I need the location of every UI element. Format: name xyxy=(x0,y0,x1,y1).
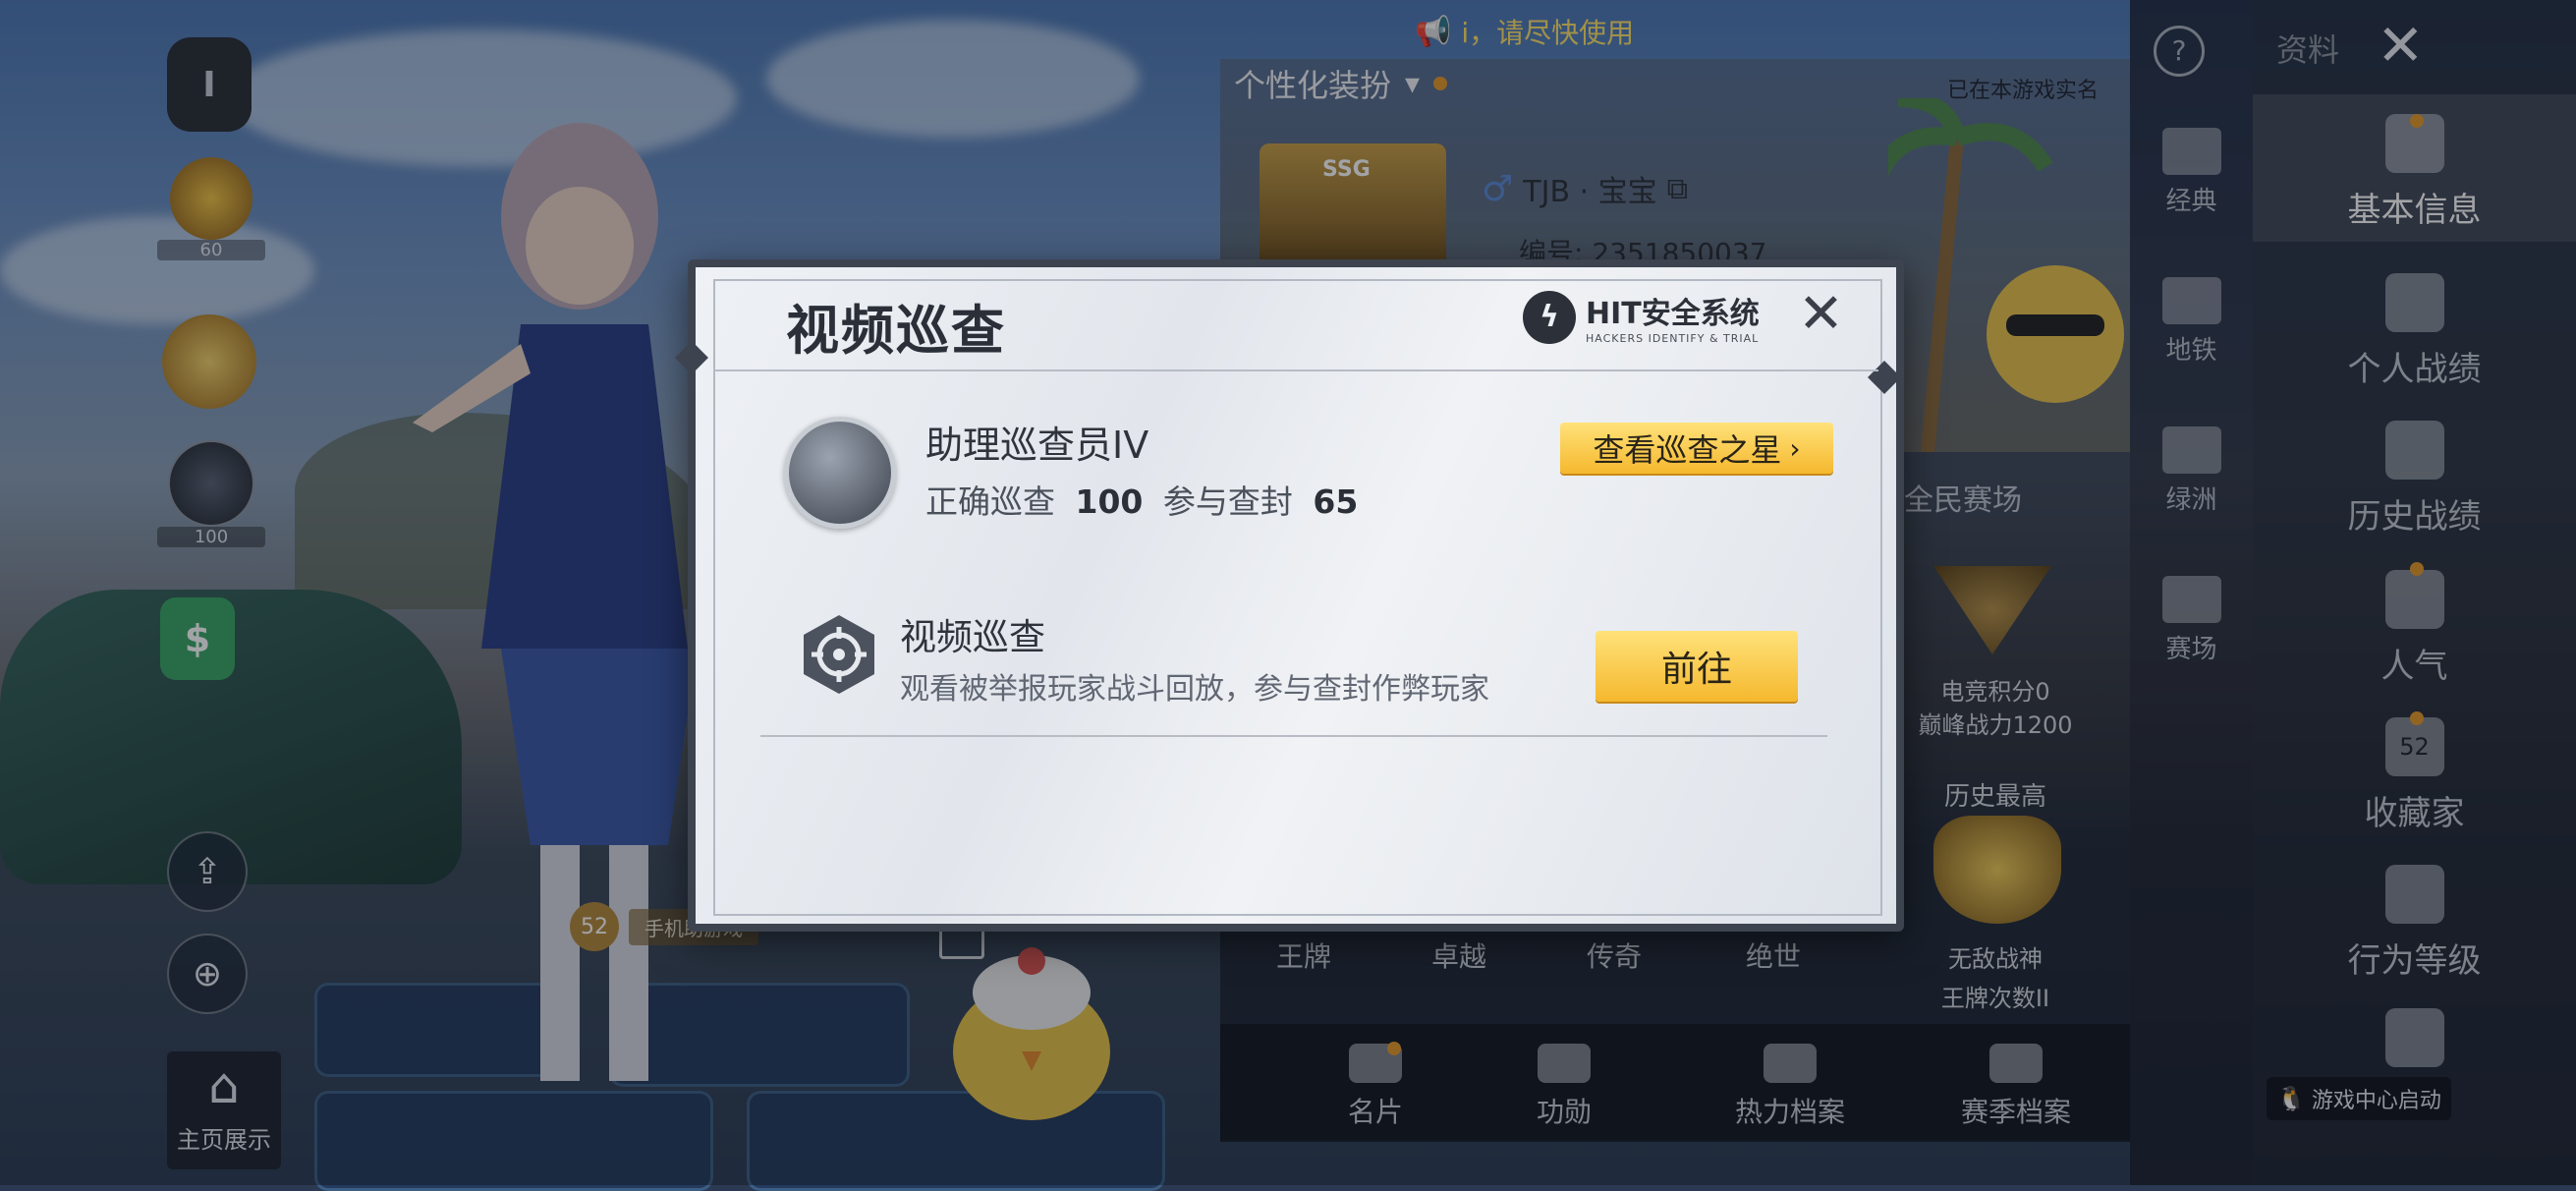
header-divider xyxy=(713,369,1878,371)
target-icon xyxy=(798,613,880,696)
correct-label: 正确巡查 xyxy=(925,482,1055,521)
ban-label: 参与查封 xyxy=(1162,482,1293,521)
patrol-item-description: 观看被举报玩家战斗回放，参与查封作弊玩家 xyxy=(900,672,1489,707)
correct-value: 100 xyxy=(1075,482,1144,521)
go-button[interactable]: 前往 xyxy=(1596,631,1798,702)
patroller-stats: 正确巡查 100 参与查封 65 xyxy=(925,476,1358,523)
chevron-right-icon: › xyxy=(1789,431,1801,465)
item-divider xyxy=(760,735,1827,737)
patrol-item-title: 视频巡查 xyxy=(900,616,1045,658)
hit-logo-text: HIT安全系统 xyxy=(1586,297,1760,331)
patroller-badge-icon xyxy=(784,417,896,529)
view-patrol-star-button[interactable]: 查看巡查之星 › xyxy=(1560,423,1833,474)
patroller-rank-title: 助理巡查员IV xyxy=(925,424,1149,467)
dialog-title: 视频巡查 xyxy=(786,300,1006,362)
dialog-frame xyxy=(713,279,1882,916)
hit-logo-icon: ϟ xyxy=(1523,290,1576,344)
hit-security-logo: ϟ HIT安全系统 HACKERS IDENTIFY & TRIAL xyxy=(1523,289,1760,345)
view-star-label: 查看巡查之星 xyxy=(1593,431,1782,469)
ban-value: 65 xyxy=(1313,482,1359,521)
hit-logo-subtitle: HACKERS IDENTIFY & TRIAL xyxy=(1586,332,1760,345)
dialog-close-icon[interactable]: ✕ xyxy=(1798,285,1844,344)
video-patrol-dialog: 视频巡查 ϟ HIT安全系统 HACKERS IDENTIFY & TRIAL … xyxy=(675,259,1904,932)
